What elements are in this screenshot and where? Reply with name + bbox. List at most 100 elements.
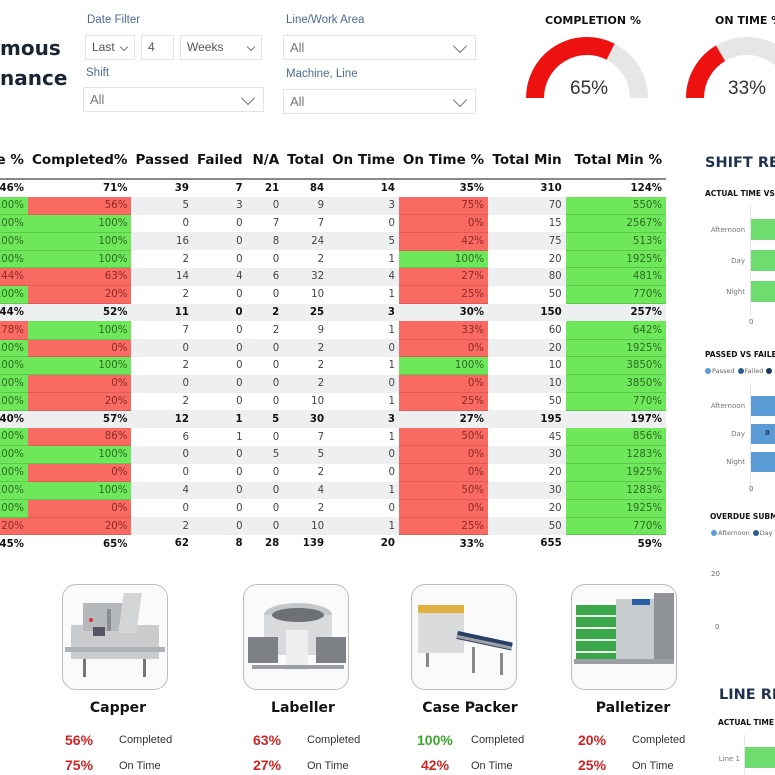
legend-item[interactable]: Failed: [737, 367, 763, 375]
table-total-row[interactable]: 45% 65% 62 8 28 139 20 33% 655 59%: [0, 534, 666, 553]
table-cell: 1: [328, 481, 399, 500]
table-cell: 100%: [0, 356, 28, 376]
table-cell: 0: [246, 196, 284, 215]
column-header[interactable]: On Time: [328, 148, 399, 180]
table-cell: 60: [548, 324, 562, 336]
shift-filter-select[interactable]: All: [83, 87, 264, 112]
legend-item[interactable]: Passed: [705, 367, 735, 375]
column-header[interactable]: Total: [283, 148, 329, 180]
actual-time-bar[interactable]: [751, 250, 775, 271]
legend-label: Afternoon: [718, 529, 750, 537]
table-cell: 8: [246, 232, 284, 251]
table-cell: 550%: [565, 196, 666, 216]
table-cell: 100%: [0, 445, 28, 465]
machine-on-time-label: On Time: [119, 760, 161, 772]
legend-dot-icon: [737, 368, 744, 374]
table-cell: 100%: [0, 196, 28, 216]
table-row[interactable]: 100%100%20021100%103850%: [0, 356, 666, 376]
chevron-down-icon: [452, 38, 468, 54]
machine-image-card[interactable]: [571, 584, 677, 690]
performance-table: nce %Completed%PassedFailedN/ATotalOn Ti…: [0, 148, 666, 553]
passed-failed-bar[interactable]: [751, 396, 775, 416]
table-cell: 25: [283, 303, 329, 322]
table-cell: 8: [192, 534, 247, 553]
table-group-row[interactable]: 44% 52% 11 0 2 25 3 30% 150 257%: [0, 303, 666, 322]
actual-time-bar[interactable]: [751, 281, 775, 302]
passed-failed-axis-zero: 0: [749, 485, 754, 493]
table-cell: 642%: [565, 321, 666, 340]
column-header[interactable]: Total Min %: [565, 148, 666, 180]
table-cell: 100%: [0, 232, 28, 251]
line-work-area-select[interactable]: All: [283, 35, 476, 60]
machine-image-card[interactable]: [411, 584, 517, 690]
machine-image-card[interactable]: [62, 584, 168, 690]
table-row[interactable]: 100%100%160824542%75513%: [0, 232, 666, 251]
actual-time-bar[interactable]: [751, 219, 775, 240]
table-row[interactable]: 100%100%4004150%301283%: [0, 481, 666, 500]
legend-item[interactable]: Day: [752, 529, 773, 537]
table-cell: 100%: [27, 321, 132, 340]
table-cell: 0: [131, 445, 193, 464]
page-title-line-1: mous: [0, 36, 61, 60]
column-header[interactable]: Passed: [131, 148, 193, 180]
column-header[interactable]: Completed%: [27, 148, 132, 180]
date-filter-unit-select[interactable]: Weeks: [180, 35, 262, 60]
table-row[interactable]: 100%20% 2 0 0 10 125% 50770%: [0, 392, 666, 411]
table-row[interactable]: 100%20% 2 0 0 10 125% 50770%: [0, 285, 666, 305]
table-group-row[interactable]: 40% 57% 12 1 5 30 3 27% 195 197%: [0, 410, 666, 429]
passed-failed-legend: Passed Failed: [705, 367, 775, 375]
table-row[interactable]: 100%0%000200%201925%: [0, 339, 666, 358]
column-header[interactable]: Total Min: [488, 148, 566, 180]
table-row[interactable]: 100%100%005500%301283%: [0, 445, 666, 465]
table-row[interactable]: 100%0%000200%103850%: [0, 374, 666, 394]
table-row[interactable]: 100%56%5309375%70550%: [0, 196, 666, 216]
table-row[interactable]: 100%0%000200%201925%: [0, 499, 666, 518]
table-cell: 2: [283, 374, 329, 393]
passed-failed-bar[interactable]: 8: [751, 424, 775, 444]
table-cell: 0%: [398, 374, 488, 394]
table-cell: 30: [488, 481, 566, 500]
table-cell: 40%: [0, 410, 28, 429]
machine-line-select[interactable]: All: [283, 89, 476, 114]
column-header[interactable]: N/A: [246, 148, 284, 180]
overdue-legend: Afternoon Day: [711, 529, 775, 537]
table-row[interactable]: 100%100%007700%152567%: [0, 214, 666, 233]
machine-image-card[interactable]: [243, 584, 349, 690]
date-filter-mode-select[interactable]: Last: [85, 35, 135, 60]
table-row[interactable]: 100%86%6107150%45856%: [0, 428, 666, 447]
table-group-row[interactable]: 46% 71% 39 7 21 84 14 35% 310 124%: [0, 179, 666, 197]
table-cell: 0: [192, 232, 247, 251]
table-cell: 11: [131, 303, 193, 322]
table-cell: 20%: [27, 392, 132, 411]
table-cell: 5: [131, 196, 193, 215]
table-cell: 2: [317, 253, 325, 265]
table-cell: 0: [182, 467, 189, 479]
column-header[interactable]: Failed: [192, 148, 247, 180]
table-cell: 150: [488, 303, 566, 322]
machine-completed-percent: 56%: [65, 732, 94, 748]
table-cell: 4: [192, 267, 247, 286]
table-row[interactable]: 44% 63% 14 4 6 32 4 27% 80 481%: [0, 267, 666, 287]
legend-item[interactable]: [766, 367, 773, 375]
table-row[interactable]: 100%0%000200%201925%: [0, 463, 666, 483]
table-cell: 0%: [27, 499, 132, 518]
table-cell: 56%: [27, 196, 132, 216]
column-header[interactable]: On Time %: [398, 148, 488, 180]
legend-dot-icon: [705, 368, 711, 374]
table-row[interactable]: 20% 20% 2 0 0 10 1 25% 50 770%: [0, 517, 666, 536]
line-actual-time-bar[interactable]: [745, 747, 775, 768]
table-cell: 0: [388, 502, 395, 514]
table-row[interactable]: 100%100%20021100%201925%: [0, 250, 666, 269]
table-cell: 0: [246, 481, 284, 500]
table-cell: 0: [246, 374, 284, 393]
table-cell: 2: [182, 360, 189, 372]
table-cell: 0%: [398, 214, 488, 233]
column-header[interactable]: nce %: [0, 148, 28, 180]
passed-failed-bar[interactable]: [751, 452, 775, 472]
legend-item[interactable]: Afternoon: [711, 529, 750, 537]
table-row[interactable]: 78% 100% 7 0 2 9 1 33% 60 642%: [0, 321, 666, 340]
machine-completed-label: Completed: [632, 734, 686, 746]
line-work-area-value: All: [290, 40, 305, 55]
date-filter-count-input[interactable]: 4: [141, 35, 174, 60]
table-cell: 0: [388, 467, 395, 479]
